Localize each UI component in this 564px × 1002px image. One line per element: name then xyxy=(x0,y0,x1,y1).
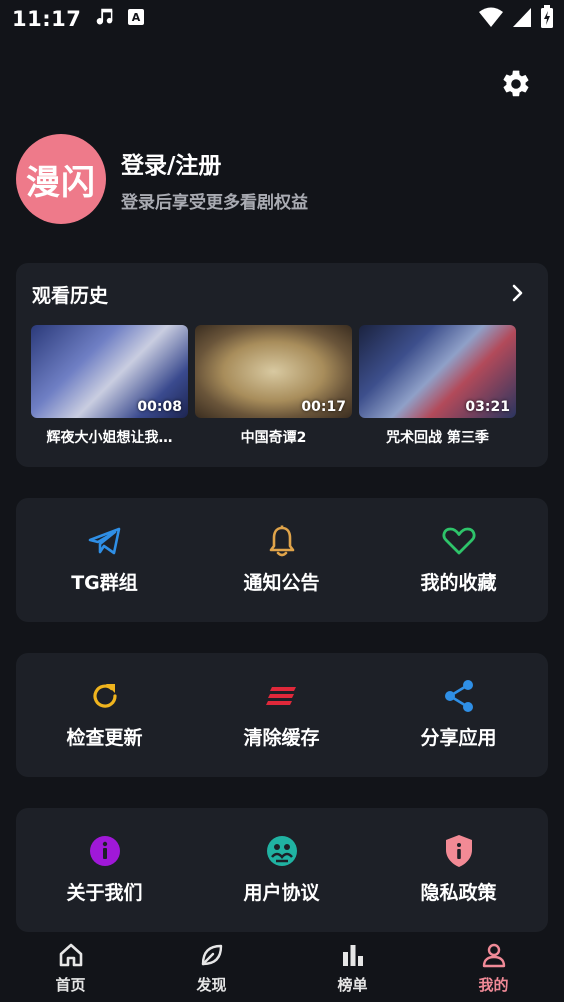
community-card: TG群组 通知公告 我的收藏 xyxy=(16,498,548,622)
nav-ranking[interactable]: 榜单 xyxy=(282,932,423,1002)
about-us-button[interactable]: 关于我们 xyxy=(16,808,193,932)
history-item-title: 中国奇谭2 xyxy=(240,430,307,446)
login-register-link[interactable]: 登录/注册 xyxy=(121,146,308,180)
tg-group-button[interactable]: TG群组 xyxy=(16,498,193,622)
user-agreement-label: 用户协议 xyxy=(243,882,320,904)
shield-icon xyxy=(442,834,476,868)
privacy-policy-label: 隐私政策 xyxy=(420,882,497,904)
profile-section[interactable]: 漫闪 登录/注册 登录后享受更多看剧权益 xyxy=(16,134,308,224)
nav-discover-label: 发现 xyxy=(196,976,227,994)
tg-group-label: TG群组 xyxy=(71,572,138,594)
clear-cache-label: 清除缓存 xyxy=(243,727,320,749)
refresh-icon xyxy=(88,679,122,713)
agreement-icon xyxy=(265,834,299,868)
tools-card: 检查更新 清除缓存 分享应用 xyxy=(16,653,548,777)
heart-icon xyxy=(442,524,476,558)
watch-history-title: 观看历史 xyxy=(32,285,109,307)
status-bar: 11:17 A xyxy=(0,0,564,38)
wifi-icon xyxy=(478,6,504,32)
share-app-button[interactable]: 分享应用 xyxy=(370,653,547,777)
avatar[interactable]: 漫闪 xyxy=(16,134,106,224)
share-app-label: 分享应用 xyxy=(420,727,497,749)
history-list: 00:08 辉夜大小姐想让我… 00:17 中国奇谭2 03:21 咒术回战 第… xyxy=(31,325,516,447)
history-item[interactable]: 00:08 辉夜大小姐想让我… xyxy=(31,325,188,447)
nav-ranking-label: 榜单 xyxy=(337,976,368,994)
check-update-label: 检查更新 xyxy=(66,727,143,749)
favorites-label: 我的收藏 xyxy=(420,572,497,594)
chevron-right-icon[interactable] xyxy=(508,283,528,303)
notice-button[interactable]: 通知公告 xyxy=(193,498,370,622)
about-card: 关于我们 用户协议 隐私政策 xyxy=(16,808,548,932)
check-update-button[interactable]: 检查更新 xyxy=(16,653,193,777)
history-progress-time: 03:21 xyxy=(465,399,510,415)
history-item-title: 咒术回战 第三季 xyxy=(386,430,489,446)
nav-mine-label: 我的 xyxy=(478,976,509,994)
about-us-label: 关于我们 xyxy=(66,882,143,904)
signal-icon xyxy=(512,6,532,32)
settings-button[interactable] xyxy=(498,68,534,104)
watch-history-card: 观看历史 00:08 辉夜大小姐想让我… 00:17 中国奇谭2 03:21 咒… xyxy=(16,263,548,467)
privacy-policy-button[interactable]: 隐私政策 xyxy=(370,808,547,932)
favorites-button[interactable]: 我的收藏 xyxy=(370,498,547,622)
keyboard-a-icon: A xyxy=(127,8,145,30)
user-icon xyxy=(481,942,507,968)
history-progress-time: 00:08 xyxy=(137,399,182,415)
history-thumbnail: 03:21 xyxy=(359,325,516,418)
history-item-title: 辉夜大小姐想让我… xyxy=(46,430,173,446)
bottom-navigation: 首页 发现 榜单 我的 xyxy=(0,932,564,1002)
history-item[interactable]: 03:21 咒术回战 第三季 xyxy=(359,325,516,447)
clear-cache-icon xyxy=(265,679,299,713)
history-thumbnail: 00:08 xyxy=(31,325,188,418)
nav-home-label: 首页 xyxy=(55,976,86,994)
status-time: 11:17 xyxy=(12,7,82,31)
history-item[interactable]: 00:17 中国奇谭2 xyxy=(195,325,352,447)
leaf-icon xyxy=(199,942,225,968)
history-progress-time: 00:17 xyxy=(301,399,346,415)
svg-text:A: A xyxy=(132,11,141,24)
user-agreement-button[interactable]: 用户协议 xyxy=(193,808,370,932)
nav-home[interactable]: 首页 xyxy=(0,932,141,1002)
share-icon xyxy=(442,679,476,713)
avatar-text: 漫闪 xyxy=(26,162,96,203)
history-thumbnail: 00:17 xyxy=(195,325,352,418)
notice-label: 通知公告 xyxy=(243,572,320,594)
bar-chart-icon xyxy=(340,942,366,968)
battery-charging-icon xyxy=(540,5,554,33)
nav-discover[interactable]: 发现 xyxy=(141,932,282,1002)
gear-icon xyxy=(500,68,532,104)
nav-mine[interactable]: 我的 xyxy=(423,932,564,1002)
info-icon xyxy=(88,834,122,868)
telegram-icon xyxy=(88,524,122,558)
home-icon xyxy=(58,942,84,968)
music-note-icon xyxy=(93,6,115,32)
login-subtitle: 登录后享受更多看剧权益 xyxy=(121,192,308,213)
bell-icon xyxy=(265,524,299,558)
clear-cache-button[interactable]: 清除缓存 xyxy=(193,653,370,777)
